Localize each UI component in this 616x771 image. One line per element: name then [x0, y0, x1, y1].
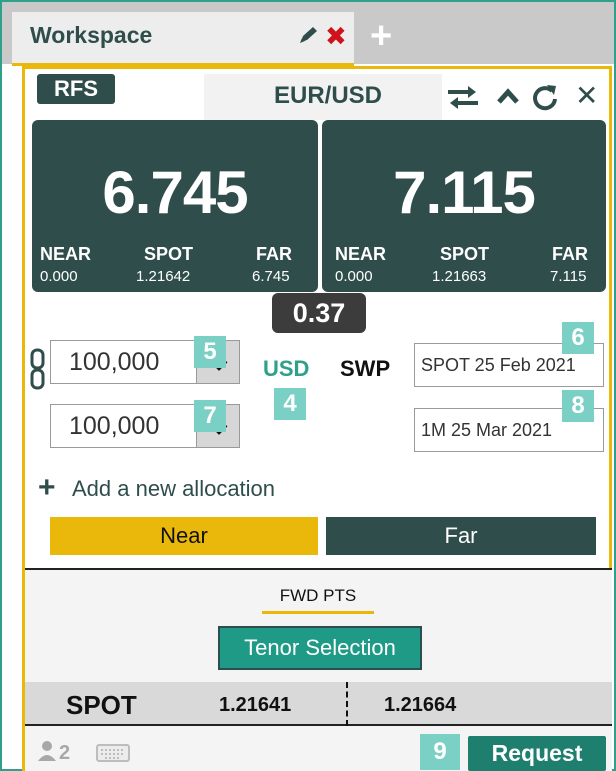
plus-icon[interactable]: + — [38, 473, 56, 503]
near-value: 0.000 — [40, 268, 78, 285]
product-badge: RFS — [37, 74, 115, 104]
far-rate: 7.115 — [393, 159, 536, 226]
near-amount-input[interactable]: 100,000 — [50, 340, 198, 384]
tenor-selection-button[interactable]: Tenor Selection — [218, 626, 422, 670]
step-badge-4: 4 — [274, 388, 306, 420]
user-count: 2 — [59, 742, 71, 764]
bid-ask-separator — [346, 682, 348, 726]
keyboard-icon[interactable] — [96, 744, 130, 767]
refresh-icon[interactable] — [530, 82, 560, 117]
far-label: FAR — [552, 244, 588, 264]
fwd-pts-tab[interactable]: FWD PTS — [262, 586, 374, 606]
add-tab-button[interactable]: + — [370, 17, 392, 55]
currency-toggle[interactable]: USD — [263, 356, 309, 382]
near-price-tile[interactable]: 6.745 NEAR SPOT FAR 0.000 1.21642 6.745 — [32, 120, 318, 292]
fwd-pts-underline — [262, 611, 374, 614]
link-icon[interactable] — [30, 348, 46, 395]
step-badge-8: 8 — [562, 390, 594, 422]
spot-ask-rate[interactable]: 1.21664 — [384, 694, 456, 717]
near-label: NEAR — [40, 244, 92, 264]
close-icon[interactable]: ✕ — [575, 82, 598, 110]
spot-row-label: SPOT — [66, 690, 137, 720]
swap-icon[interactable] — [446, 84, 480, 115]
step-badge-6: 6 — [562, 322, 594, 354]
spread-value: 0.37 — [272, 293, 366, 333]
far-amount-input[interactable]: 100,000 — [50, 404, 198, 448]
spot-value: 1.21642 — [136, 268, 191, 285]
near-value: 0.000 — [335, 268, 373, 285]
far-value: 7.115 — [550, 268, 587, 285]
add-allocation-link[interactable]: Add a new allocation — [72, 476, 275, 502]
pencil-icon[interactable] — [298, 25, 320, 50]
spot-value: 1.21663 — [432, 268, 487, 285]
spot-label: SPOT — [440, 244, 490, 264]
spot-label: SPOT — [144, 244, 194, 264]
user-icon — [37, 740, 57, 767]
step-badge-9: 9 — [420, 734, 460, 770]
currency-pair-title: EUR/USD — [273, 82, 382, 109]
tab-far[interactable]: Far — [326, 517, 596, 555]
step-badge-5: 5 — [194, 336, 226, 368]
far-label: FAR — [256, 244, 292, 264]
tab-near[interactable]: Near — [50, 517, 318, 555]
step-badge-7: 7 — [194, 400, 226, 432]
collapse-up-icon[interactable] — [496, 86, 520, 111]
close-tab-icon[interactable]: ✖ — [325, 23, 347, 49]
far-value: 6.745 — [252, 268, 290, 285]
side-label: SWP — [340, 356, 391, 381]
near-rate: 6.745 — [102, 159, 248, 226]
spot-bid-rate[interactable]: 1.21641 — [219, 694, 291, 717]
workspace-title: Workspace — [30, 22, 153, 48]
far-price-tile[interactable]: 7.115 NEAR SPOT FAR 0.000 1.21663 7.115 — [322, 120, 606, 292]
near-label: NEAR — [335, 244, 387, 264]
request-button[interactable]: Request — [468, 736, 606, 771]
